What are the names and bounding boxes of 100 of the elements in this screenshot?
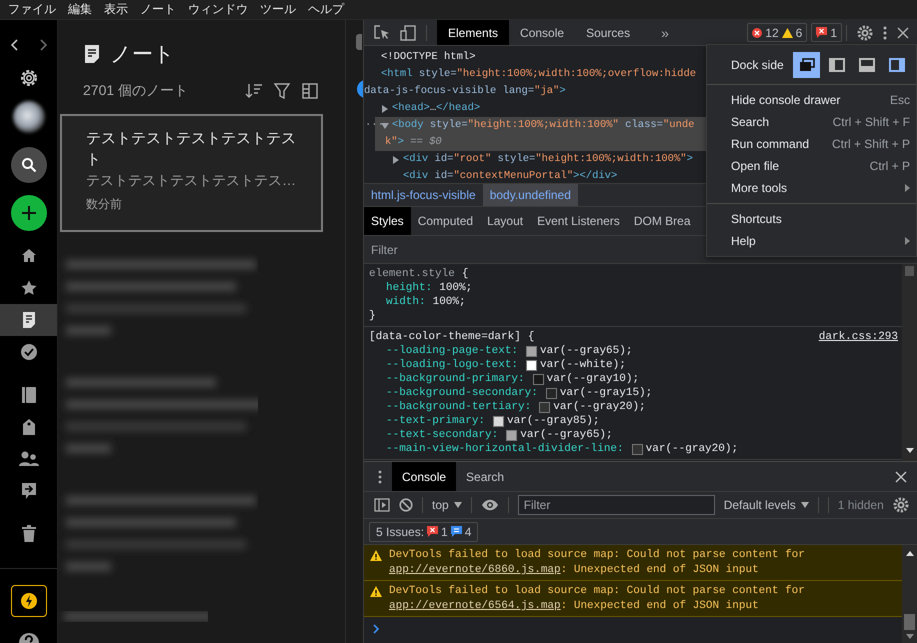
sidebar-item[interactable] xyxy=(0,304,57,336)
issues-counter[interactable]: 1 xyxy=(811,23,842,42)
color-swatch[interactable] xyxy=(526,346,538,357)
css-value[interactable]: var(--gray65); xyxy=(520,428,613,442)
clear-icon[interactable] xyxy=(399,498,413,512)
dom-line[interactable]: <!DOCTYPE html> xyxy=(381,49,476,66)
color-swatch[interactable] xyxy=(539,402,550,413)
source-link[interactable]: app://evernote/6860.js.map xyxy=(389,564,561,576)
search-button[interactable] xyxy=(10,147,46,183)
css-property[interactable]: --loading-logo-text: xyxy=(386,358,518,372)
tab[interactable]: Elements xyxy=(437,20,510,45)
kebab-menu-icon[interactable] xyxy=(883,26,887,40)
expanded-triangle-icon[interactable] xyxy=(381,122,389,130)
sort-icon[interactable] xyxy=(245,82,263,100)
menu-item[interactable]: 編集 xyxy=(62,1,98,18)
menu-item[interactable]: More tools xyxy=(707,177,916,199)
css-value[interactable]: var(--gray15); xyxy=(560,386,652,400)
css-property[interactable]: --main-view-horizontal-divider-line: xyxy=(386,442,624,456)
css-property[interactable]: --text-primary: xyxy=(386,414,486,428)
collapsed-triangle-icon[interactable] xyxy=(381,104,389,112)
levels-dropdown[interactable]: Default levels xyxy=(724,498,809,512)
dom-line[interactable]: k"> == $0 xyxy=(385,136,442,148)
color-swatch[interactable] xyxy=(532,374,544,385)
css-property[interactable]: --background-primary: xyxy=(386,372,525,386)
tab[interactable]: Search xyxy=(456,462,514,491)
tab[interactable]: DOM Brea xyxy=(626,207,698,235)
scrollbar[interactable] xyxy=(902,264,917,461)
css-value[interactable]: 100%; xyxy=(439,281,472,295)
upgrade-button[interactable] xyxy=(10,585,46,617)
tab[interactable]: Computed xyxy=(410,207,480,235)
css-property[interactable]: --loading-page-text: xyxy=(386,344,518,358)
scrollbar[interactable] xyxy=(902,545,917,643)
dom-line[interactable]: <head>…</head> xyxy=(392,100,480,117)
tab[interactable]: Console xyxy=(392,462,456,491)
avatar[interactable] xyxy=(12,101,44,133)
error-counter[interactable]: 12 6 xyxy=(747,23,808,42)
menu-item[interactable]: ファイル xyxy=(2,1,62,18)
settings-icon[interactable] xyxy=(857,24,873,40)
filter-icon[interactable] xyxy=(273,82,291,100)
color-swatch[interactable] xyxy=(546,388,557,399)
forward-icon[interactable] xyxy=(38,39,46,51)
css-value[interactable]: var(--gray20); xyxy=(646,442,738,456)
tab[interactable]: Event Listeners xyxy=(530,207,627,235)
css-value[interactable]: var(--gray65); xyxy=(540,344,632,358)
tab[interactable]: Sources xyxy=(575,20,642,45)
inspect-icon[interactable] xyxy=(374,24,390,40)
tab[interactable]: Styles xyxy=(364,207,411,235)
menu-item[interactable]: Shortcuts xyxy=(707,208,916,230)
dock-button[interactable] xyxy=(793,52,820,78)
color-swatch[interactable] xyxy=(506,430,518,441)
collapsed-triangle-icon[interactable] xyxy=(392,156,400,164)
dom-line[interactable]: <html style="height:100%;width:100%;overflow:hidde xyxy=(381,66,696,83)
color-swatch[interactable] xyxy=(526,360,538,371)
settings-icon[interactable] xyxy=(18,68,38,88)
css-value[interactable]: var(--gray20); xyxy=(553,400,646,414)
css-value[interactable]: var(--white); xyxy=(540,358,626,372)
menu-item[interactable]: ノート xyxy=(134,1,182,18)
source-link[interactable]: dark.css:293 xyxy=(818,330,898,344)
css-property[interactable]: --text-secondary: xyxy=(386,428,498,442)
scrollbar-thumb[interactable] xyxy=(904,614,915,630)
css-value[interactable]: var(--gray10); xyxy=(546,372,640,386)
eye-icon[interactable] xyxy=(480,499,499,511)
context-dropdown[interactable]: top xyxy=(432,498,462,512)
scroll-down-icon[interactable] xyxy=(906,448,914,453)
device-icon[interactable] xyxy=(400,24,416,40)
dom-line[interactable]: data-js-focus-visible lang="ja"> xyxy=(364,85,566,97)
css-value[interactable]: var(--gray85); xyxy=(507,414,600,428)
layout-icon[interactable] xyxy=(301,82,319,100)
dom-line[interactable]: <div id="contextMenuPortal"></div> xyxy=(403,168,618,183)
menu-item[interactable]: ヘルプ xyxy=(302,1,350,18)
css-property[interactable]: height: xyxy=(386,281,432,295)
color-swatch[interactable] xyxy=(493,416,504,427)
scroll-up-icon[interactable] xyxy=(906,551,914,556)
kebab-menu-icon[interactable] xyxy=(378,470,382,484)
dom-line[interactable]: <div id="root" style="height:100%;width:100%"> xyxy=(403,151,693,168)
dom-line[interactable]: <body style="height:100%;width:100%" class="unde xyxy=(392,117,694,134)
settings-icon[interactable] xyxy=(892,497,909,513)
scrollbar-thumb[interactable] xyxy=(905,266,914,276)
more-tabs-button[interactable]: » xyxy=(661,24,669,40)
close-icon[interactable] xyxy=(895,470,907,482)
menu-item[interactable]: 表示 xyxy=(98,1,134,18)
tab[interactable]: Layout xyxy=(480,207,530,235)
color-swatch[interactable] xyxy=(632,444,643,455)
menu-item[interactable]: Open file Ctrl + P xyxy=(707,155,916,177)
menu-item[interactable]: ウィンドウ xyxy=(182,1,254,18)
more-dots[interactable]: ··· xyxy=(365,117,381,134)
close-icon[interactable] xyxy=(897,26,909,38)
breadcrumb[interactable]: html.js-focus-visible xyxy=(364,184,483,206)
menu-item[interactable]: Hide console drawer Esc xyxy=(707,89,916,111)
css-property[interactable]: width: xyxy=(386,295,426,309)
help-icon[interactable] xyxy=(18,631,40,643)
css-property[interactable]: --background-secondary: xyxy=(386,386,538,400)
filter-field[interactable]: Filter xyxy=(518,495,715,515)
css-value[interactable]: 100%; xyxy=(432,295,466,309)
menu-item[interactable]: Run command Ctrl + Shift + P xyxy=(707,133,916,155)
note-card[interactable]: テストテストテストテストテスト テストテストテストテストテス… 数分前 xyxy=(60,114,323,232)
source-link[interactable]: app://evernote/6564.js.map xyxy=(389,600,561,612)
tab[interactable]: Console xyxy=(509,20,576,45)
issues-button[interactable]: 5 Issues: 1 4 xyxy=(369,522,478,542)
menu-item[interactable]: Search Ctrl + Shift + F xyxy=(707,111,916,133)
